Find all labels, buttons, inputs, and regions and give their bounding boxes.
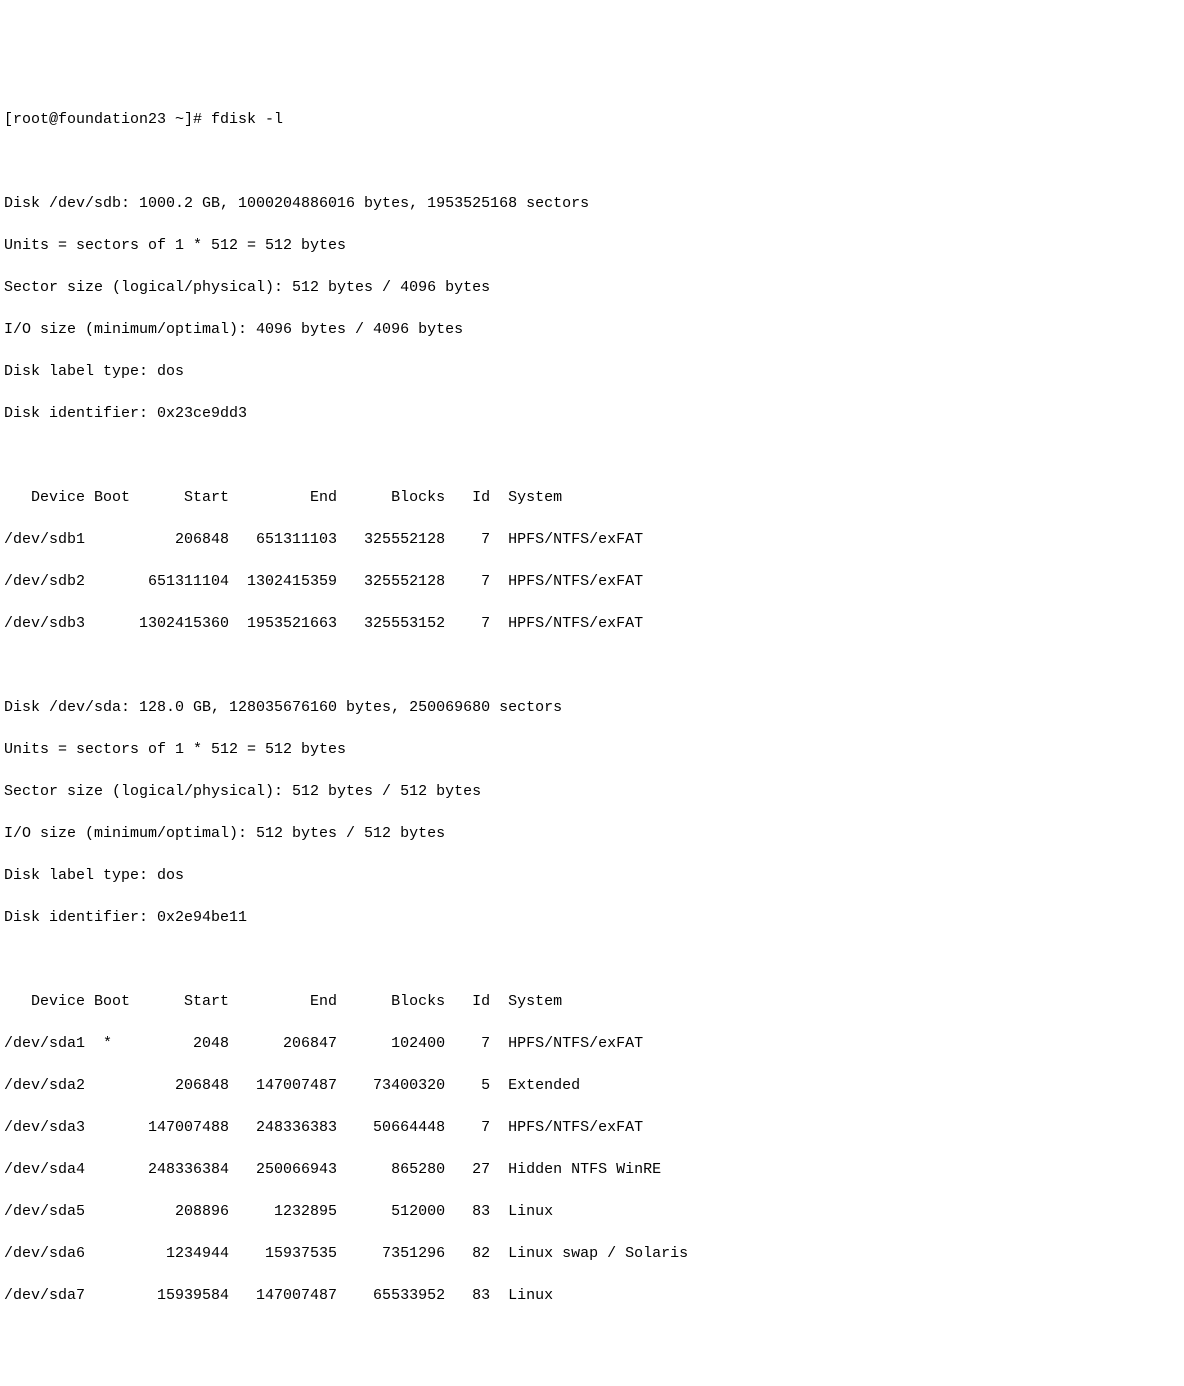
- partition-row: /dev/sda1 * 2048 206847 102400 7 HPFS/NT…: [4, 1033, 1180, 1054]
- partition-row: /dev/sda2 206848 147007487 73400320 5 Ex…: [4, 1075, 1180, 1096]
- disk-header-line: Disk identifier: 0x2e94be11: [4, 907, 1180, 928]
- terminal-output: [root@foundation23 ~]# fdisk -l Disk /de…: [4, 88, 1180, 1327]
- blank-line: [4, 949, 1180, 970]
- disk-header-line: I/O size (minimum/optimal): 4096 bytes /…: [4, 319, 1180, 340]
- partition-row: /dev/sda3 147007488 248336383 50664448 7…: [4, 1117, 1180, 1138]
- disk-header-line: Disk identifier: 0x23ce9dd3: [4, 403, 1180, 424]
- disk-header-line: I/O size (minimum/optimal): 512 bytes / …: [4, 823, 1180, 844]
- prompt-text: [root@foundation23 ~]#: [4, 111, 211, 128]
- partition-row: /dev/sda7 15939584 147007487 65533952 83…: [4, 1285, 1180, 1306]
- partition-row: /dev/sda4 248336384 250066943 865280 27 …: [4, 1159, 1180, 1180]
- disk-header-line: Disk label type: dos: [4, 361, 1180, 382]
- partition-row: /dev/sdb2 651311104 1302415359 325552128…: [4, 571, 1180, 592]
- disk-header-line: Units = sectors of 1 * 512 = 512 bytes: [4, 235, 1180, 256]
- disk-header-line: Disk /dev/sda: 128.0 GB, 128035676160 by…: [4, 697, 1180, 718]
- partition-row: /dev/sda5 208896 1232895 512000 83 Linux: [4, 1201, 1180, 1222]
- partition-row: /dev/sda6 1234944 15937535 7351296 82 Li…: [4, 1243, 1180, 1264]
- blank-line: [4, 445, 1180, 466]
- blank-line: [4, 151, 1180, 172]
- partition-table-header: Device Boot Start End Blocks Id System: [4, 487, 1180, 508]
- disk-header-line: Sector size (logical/physical): 512 byte…: [4, 277, 1180, 298]
- blank-line: [4, 655, 1180, 676]
- shell-prompt: [root@foundation23 ~]# fdisk -l: [4, 109, 1180, 130]
- partition-row: /dev/sdb1 206848 651311103 325552128 7 H…: [4, 529, 1180, 550]
- partition-table-header: Device Boot Start End Blocks Id System: [4, 991, 1180, 1012]
- disk-header-line: Disk /dev/sdb: 1000.2 GB, 1000204886016 …: [4, 193, 1180, 214]
- partition-row: /dev/sdb3 1302415360 1953521663 32555315…: [4, 613, 1180, 634]
- disk-header-line: Disk label type: dos: [4, 865, 1180, 886]
- disk-header-line: Sector size (logical/physical): 512 byte…: [4, 781, 1180, 802]
- disk-header-line: Units = sectors of 1 * 512 = 512 bytes: [4, 739, 1180, 760]
- command-text: fdisk -l: [211, 111, 283, 128]
